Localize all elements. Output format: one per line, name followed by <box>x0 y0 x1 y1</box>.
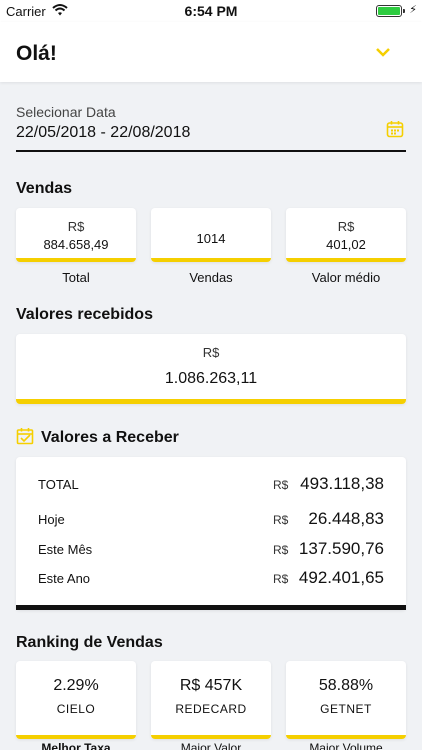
recebidos-value: 1.086.263,11 <box>164 370 258 387</box>
row-value: 137.590,76 <box>298 539 384 558</box>
ranking-card-redecard[interactable]: R$ 457K REDECARD <box>151 661 271 739</box>
row-label: Este Ano <box>38 571 91 586</box>
ranking-name: GETNET <box>320 702 372 716</box>
vendas-average-value: 401,02 <box>326 237 366 252</box>
ranking-caption: Melhor Taxa <box>41 741 111 750</box>
recebidos-card[interactable]: R$ 1.086.263,11 <box>16 334 406 404</box>
vendas-total-card[interactable]: R$ 884.658,49 <box>16 208 136 262</box>
ranking-value: R$ 457K <box>179 677 243 694</box>
ranking-name: REDECARD <box>175 702 247 716</box>
receber-row-mes: Este Mês R$ 137.590,76 <box>16 538 406 562</box>
date-label: Selecionar Data <box>16 104 116 120</box>
row-label: TOTAL <box>38 477 79 492</box>
row-value: 493.118,38 <box>300 474 384 493</box>
accent-bar <box>151 735 271 739</box>
date-selector[interactable]: Selecionar Data 22/05/2018 - 22/08/2018 <box>16 104 406 152</box>
receber-card: TOTAL R$ 493.118,38 Hoje R$ 26.448,83 Es… <box>16 457 406 610</box>
currency-label: R$ <box>202 345 220 360</box>
ranking-title: Ranking de Vendas <box>16 634 163 651</box>
row-label: Hoje <box>38 512 65 527</box>
receber-row-total: TOTAL R$ 493.118,38 <box>16 473 406 497</box>
chevron-down-icon[interactable] <box>376 44 390 62</box>
ranking-caption: Maior Volume <box>309 741 383 750</box>
battery-tip <box>403 9 405 13</box>
dark-bar <box>16 605 406 610</box>
battery-icon <box>376 5 402 17</box>
currency-label: R$ <box>273 478 289 492</box>
currency-label: R$ <box>67 219 85 234</box>
currency-label: R$ <box>273 543 289 557</box>
ranking-name: CIELO <box>56 702 96 716</box>
ranking-card-cielo[interactable]: 2.29% CIELO <box>16 661 136 739</box>
accent-bar <box>286 258 406 262</box>
charging-icon: ⚡ <box>409 4 417 16</box>
row-label: Este Mês <box>38 542 93 557</box>
ranking-card-getnet[interactable]: 58.88% GETNET <box>286 661 406 739</box>
vendas-count-caption: Vendas <box>189 270 233 285</box>
recebidos-title: Valores recebidos <box>16 306 153 323</box>
currency-label: R$ <box>273 572 289 586</box>
date-range-value[interactable]: 22/05/2018 - 22/08/2018 <box>16 124 406 142</box>
vendas-count-value: 1014 <box>196 231 226 246</box>
calendar-check-icon <box>16 427 34 450</box>
accent-bar <box>151 258 271 262</box>
currency-label: R$ <box>337 219 355 234</box>
vendas-average-caption: Valor médio <box>311 270 381 285</box>
accent-bar <box>16 258 136 262</box>
receber-title: Valores a Receber <box>41 429 179 446</box>
ranking-value: 2.29% <box>53 677 99 694</box>
accent-bar <box>286 735 406 739</box>
ranking-caption: Maior Valor <box>180 741 242 750</box>
app-header: Olá! <box>0 22 422 82</box>
status-bar: Carrier 6:54 PM ⚡ <box>0 0 422 22</box>
calendar-icon[interactable] <box>386 120 404 143</box>
ranking-value: 58.88% <box>318 677 374 694</box>
vendas-total-caption: Total <box>62 270 90 285</box>
accent-bar <box>16 399 406 404</box>
page-title: Olá! <box>16 42 57 65</box>
vendas-count-card[interactable]: 1014 <box>151 208 271 262</box>
vendas-title: Vendas <box>16 180 73 197</box>
row-value: 26.448,83 <box>308 509 384 528</box>
receber-row-ano: Este Ano R$ 492.401,65 <box>16 567 406 591</box>
status-time: 6:54 PM <box>184 3 238 19</box>
currency-label: R$ <box>273 513 289 527</box>
vendas-average-card[interactable]: R$ 401,02 <box>286 208 406 262</box>
row-value: 492.401,65 <box>298 568 384 587</box>
receber-row-hoje: Hoje R$ 26.448,83 <box>16 508 406 532</box>
accent-bar <box>16 735 136 739</box>
vendas-total-value: 884.658,49 <box>43 237 109 252</box>
